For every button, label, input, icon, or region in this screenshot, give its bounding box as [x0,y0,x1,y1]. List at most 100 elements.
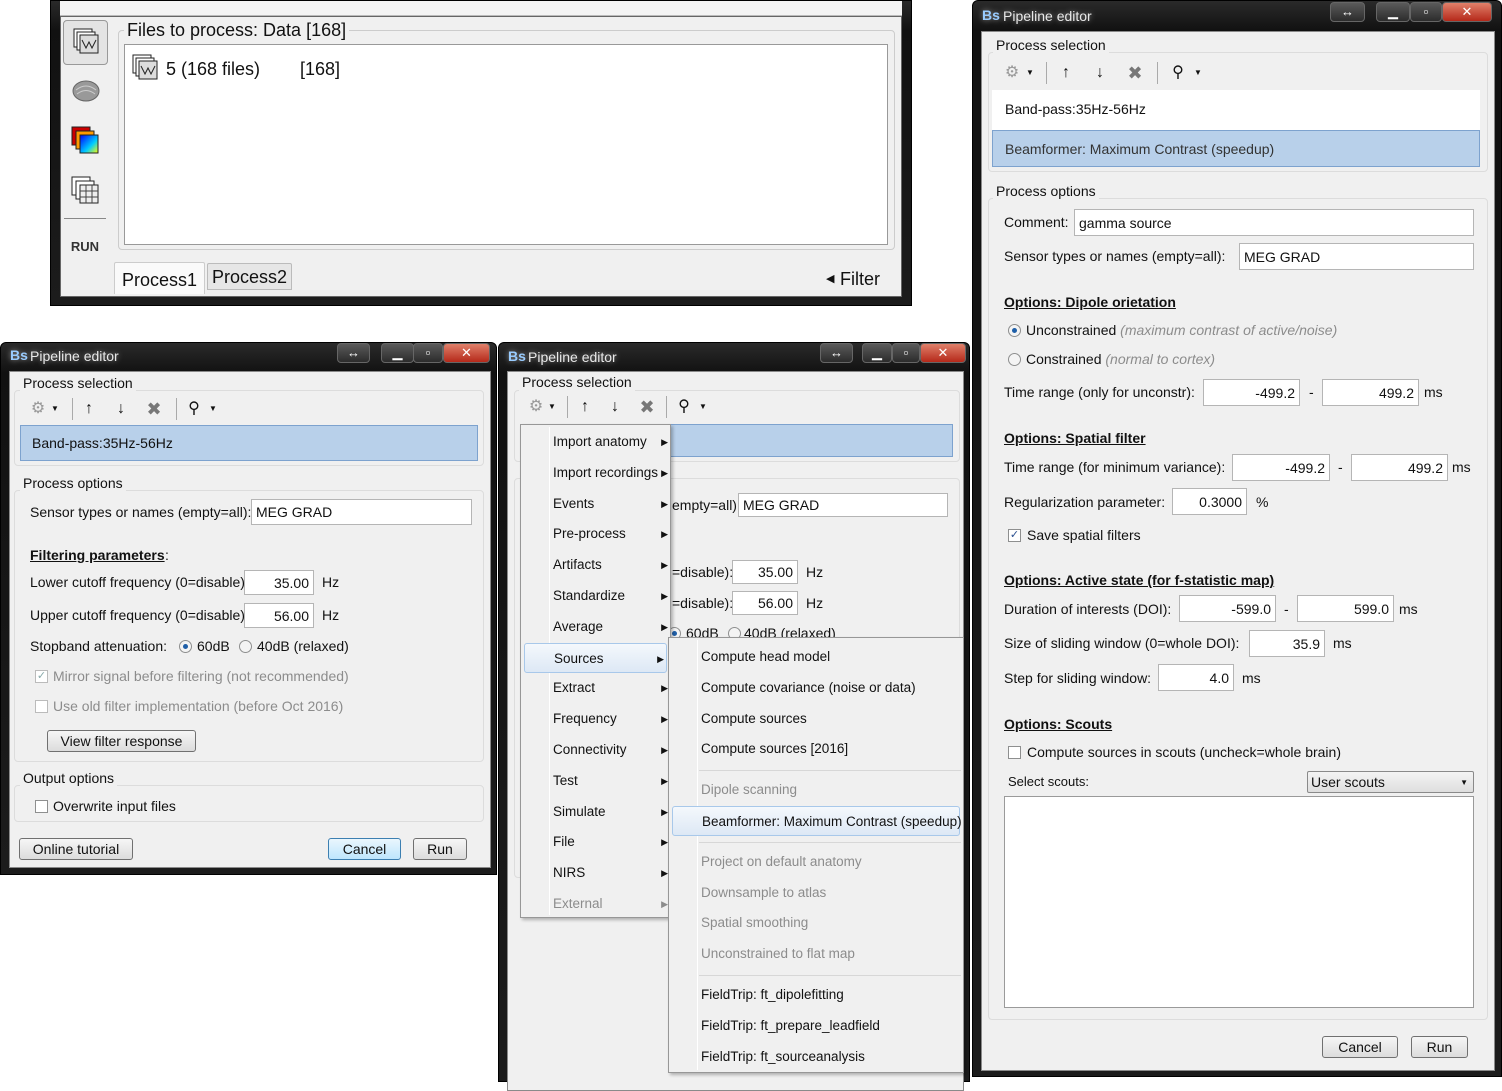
view-filter-response-button[interactable]: View filter response [47,730,196,752]
maximize-button[interactable]: ▫ [892,343,920,363]
time-minvar-end-input[interactable] [1351,454,1448,481]
save-filters-checkbox[interactable]: ✓ [1008,529,1021,542]
overwrite-checkbox[interactable] [35,800,48,813]
pipeline-tree-icon[interactable]: ⚲ [674,396,694,418]
sensor-input[interactable] [738,493,948,517]
menu-item[interactable]: Sources ▶ [524,642,667,673]
tab-process1[interactable]: Process1 [114,262,205,294]
menu-item[interactable]: Average ▶ [521,612,670,642]
menu-item[interactable]: Compute sources [669,704,963,734]
menu-item[interactable]: Test ▶ [521,766,670,796]
move-up-icon[interactable]: ↑ [1057,62,1075,84]
resize-button[interactable]: ↔ [820,343,853,363]
radio-40db[interactable] [239,640,252,653]
menu-item[interactable]: Simulate ▶ [521,797,670,827]
doi-end-input[interactable] [1297,595,1394,622]
chevron-down-icon[interactable]: ▼ [50,398,60,420]
run-button[interactable]: Run [413,838,467,860]
pipeline-tree-icon[interactable]: ⚲ [1168,62,1188,84]
resize-button[interactable]: ↔ [1330,2,1365,22]
filter-button[interactable]: ◀ Filter [826,268,888,290]
chevron-down-icon[interactable]: ▼ [698,396,708,418]
sources-icon[interactable] [71,126,99,154]
mirror-checkbox[interactable]: ✓ [35,670,48,683]
sensor-input[interactable] [1239,243,1474,270]
menu-item[interactable]: Connectivity ▶ [521,735,670,765]
upper-cutoff-input[interactable] [732,591,798,615]
online-tutorial-button[interactable]: Online tutorial [19,838,133,860]
resize-button[interactable]: ↔ [337,343,370,363]
menu-item[interactable]: Beamformer: Maximum Contrast (speedup) [672,806,962,836]
radio-constrained[interactable] [1008,353,1021,366]
menu-item[interactable]: Compute covariance (noise or data) [669,673,963,703]
chevron-down-icon[interactable]: ▼ [1025,62,1035,84]
time-unconstr-end-input[interactable] [1322,379,1419,406]
menu-item[interactable]: Events ▶ [521,489,670,519]
delete-icon[interactable]: ✖ [1125,62,1145,84]
close-button[interactable]: ✕ [1442,2,1492,22]
sensor-input[interactable] [251,499,472,525]
menu-item[interactable]: Compute sources [2016] [669,734,963,764]
comment-input[interactable] [1074,209,1474,236]
move-up-icon[interactable]: ↑ [576,396,594,418]
time-minvar-start-input[interactable] [1232,454,1330,481]
move-down-icon[interactable]: ↓ [606,396,624,418]
menu-item[interactable]: FieldTrip: ft_prepare_leadfield [669,1011,963,1041]
close-button[interactable]: ✕ [443,343,490,363]
regularization-input[interactable] [1172,488,1247,515]
process-item-selected[interactable]: Beamformer: Maximum Contrast (speedup) [992,130,1480,167]
menu-item[interactable]: FieldTrip: ft_sourceanalysis [669,1042,963,1072]
process-item[interactable]: Band-pass:35Hz-56Hz [992,90,1480,130]
process-item-selected[interactable]: Band-pass:35Hz-56Hz [20,425,478,461]
menu-item[interactable]: Artifacts ▶ [521,550,670,580]
upper-cutoff-input[interactable] [244,603,314,628]
gear-icon[interactable]: ⚙ [1002,62,1022,84]
anatomy-icon[interactable] [71,78,101,104]
menu-item[interactable]: Frequency ▶ [521,704,670,734]
cancel-button[interactable]: Cancel [328,838,401,860]
menu-item[interactable]: NIRS ▶ [521,858,670,888]
sliding-window-input[interactable] [1249,630,1325,657]
minimize-button[interactable]: ▁ [862,343,892,363]
menu-item[interactable]: Spatial smoothing [669,908,963,938]
gear-icon[interactable]: ⚙ [28,398,48,420]
maximize-button[interactable]: ▫ [1410,2,1442,22]
minimize-button[interactable]: ▁ [1376,2,1410,22]
radio-60db[interactable] [179,640,192,653]
timefreq-icon[interactable] [71,176,99,204]
menu-item[interactable]: Unconstrained to flat map [669,939,963,969]
menu-item[interactable]: Extract ▶ [521,673,670,703]
menu-item[interactable]: Import recordings ▶ [521,458,670,488]
minimize-button[interactable]: ▁ [381,343,414,363]
delete-icon[interactable]: ✖ [637,396,657,418]
menu-item[interactable]: Compute head model [669,642,963,672]
cancel-button[interactable]: Cancel [1322,1036,1398,1058]
doi-start-input[interactable] [1179,595,1276,622]
run-button[interactable]: RUN [60,238,110,256]
menu-item[interactable]: Downsample to atlas [669,878,963,908]
menu-item[interactable]: FieldTrip: ft_dipolefitting [669,980,963,1010]
menu-item[interactable]: Pre-process ▶ [521,519,670,549]
chevron-down-icon[interactable]: ▼ [547,396,557,418]
menu-item[interactable]: File ▶ [521,827,670,857]
menu-item[interactable]: Standardize ▶ [521,581,670,611]
move-down-icon[interactable]: ↓ [112,398,130,420]
menu-item[interactable]: External ▶ [521,889,670,919]
move-up-icon[interactable]: ↑ [80,398,98,420]
time-unconstr-start-input[interactable] [1203,379,1300,406]
chevron-down-icon[interactable]: ▼ [1193,62,1203,84]
move-down-icon[interactable]: ↓ [1091,62,1109,84]
step-input[interactable] [1158,664,1234,691]
delete-icon[interactable]: ✖ [144,398,164,420]
chevron-down-icon[interactable]: ▼ [208,398,218,420]
run-button[interactable]: Run [1411,1036,1468,1058]
menu-item[interactable]: Dipole scanning [669,775,963,805]
lower-cutoff-input[interactable] [244,570,314,595]
menu-item[interactable]: Project on default anatomy [669,847,963,877]
scouts-dropdown[interactable]: User scouts ▼ [1307,771,1474,793]
radio-unconstrained[interactable] [1008,324,1021,337]
tab-process2[interactable]: Process2 [207,263,292,290]
scouts-list[interactable] [1004,796,1474,1008]
close-button[interactable]: ✕ [920,343,966,363]
pipeline-tree-icon[interactable]: ⚲ [184,398,204,420]
